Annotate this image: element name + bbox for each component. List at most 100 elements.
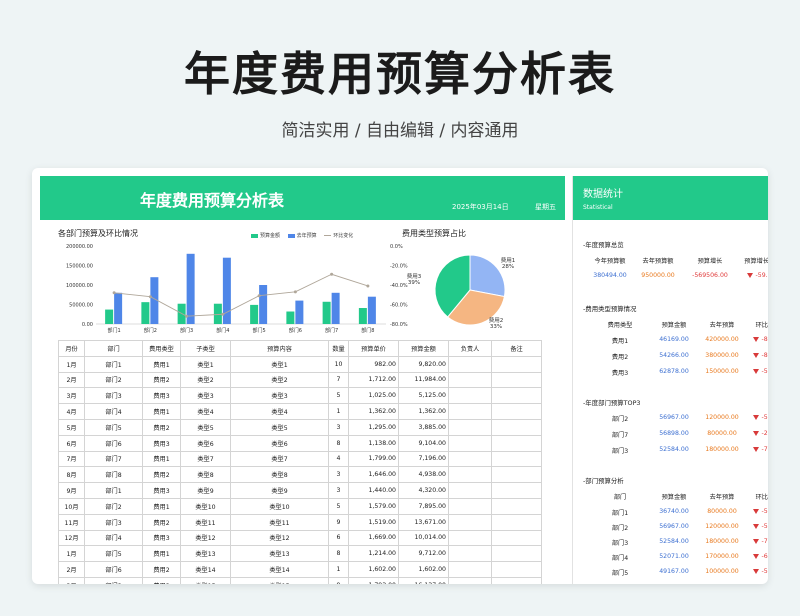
table-cell[interactable]: 1,793.00 bbox=[348, 576, 399, 584]
table-cell[interactable]: 1,214.00 bbox=[348, 545, 399, 563]
table-cell[interactable] bbox=[491, 450, 542, 468]
table-cell[interactable]: 1,362.00 bbox=[398, 403, 449, 420]
table-cell[interactable] bbox=[448, 529, 492, 547]
table-cell[interactable] bbox=[448, 371, 492, 389]
table-cell[interactable]: 6 bbox=[328, 529, 349, 547]
table-cell[interactable]: 1,646.00 bbox=[348, 466, 399, 484]
table-cell[interactable] bbox=[448, 434, 492, 452]
table-cell[interactable]: 1 bbox=[328, 561, 349, 578]
table-cell[interactable] bbox=[448, 545, 492, 563]
table-cell[interactable]: 部门4 bbox=[84, 403, 143, 420]
table-cell[interactable]: 费用3 bbox=[142, 529, 181, 547]
table-cell[interactable] bbox=[491, 576, 542, 584]
table-cell[interactable]: 5,125.00 bbox=[398, 387, 449, 405]
table-cell[interactable]: 1,602.00 bbox=[398, 561, 449, 578]
table-cell[interactable]: 16,137.00 bbox=[398, 576, 449, 584]
table-cell[interactable]: 2月 bbox=[58, 561, 85, 578]
table-cell[interactable]: 8 bbox=[328, 434, 349, 452]
table-cell[interactable]: 9 bbox=[328, 513, 349, 531]
table-cell[interactable]: 7月 bbox=[58, 450, 85, 468]
table-cell[interactable]: 类型7 bbox=[180, 450, 231, 468]
table-cell[interactable]: 费用2 bbox=[142, 418, 181, 436]
table-cell[interactable]: 13,671.00 bbox=[398, 513, 449, 531]
table-cell[interactable]: 部门2 bbox=[84, 497, 143, 515]
table-cell[interactable]: 4,938.00 bbox=[398, 466, 449, 484]
table-cell[interactable]: 1,362.00 bbox=[348, 403, 399, 420]
table-cell[interactable]: 类型5 bbox=[180, 418, 231, 436]
table-cell[interactable]: 9 bbox=[328, 576, 349, 584]
table-cell[interactable]: 982.00 bbox=[348, 355, 399, 373]
table-cell[interactable]: 类型9 bbox=[230, 482, 329, 499]
table-cell[interactable]: 1,669.00 bbox=[348, 529, 399, 547]
table-cell[interactable]: 类型1 bbox=[230, 355, 329, 373]
table-cell[interactable] bbox=[491, 403, 542, 420]
table-cell[interactable]: 5 bbox=[328, 497, 349, 515]
table-cell[interactable]: 部门1 bbox=[84, 355, 143, 373]
table-cell[interactable]: 部门5 bbox=[84, 418, 143, 436]
table-cell[interactable]: 8 bbox=[328, 545, 349, 563]
table-cell[interactable]: 类型9 bbox=[180, 482, 231, 499]
table-cell[interactable]: 6月 bbox=[58, 434, 85, 452]
table-cell[interactable]: 1,025.00 bbox=[348, 387, 399, 405]
table-cell[interactable]: 费用3 bbox=[142, 576, 181, 584]
table-cell[interactable]: 类型10 bbox=[230, 497, 329, 515]
table-cell[interactable]: 部门1 bbox=[84, 482, 143, 499]
table-cell[interactable]: 1,295.00 bbox=[348, 418, 399, 436]
table-cell[interactable]: 3月 bbox=[58, 387, 85, 405]
table-cell[interactable]: 部门8 bbox=[84, 466, 143, 484]
table-cell[interactable]: 1,519.00 bbox=[348, 513, 399, 531]
table-cell[interactable]: 部门3 bbox=[84, 513, 143, 531]
table-cell[interactable]: 部门7 bbox=[84, 450, 143, 468]
table-cell[interactable]: 费用2 bbox=[142, 561, 181, 578]
table-cell[interactable]: 类型8 bbox=[230, 466, 329, 484]
table-cell[interactable]: 类型14 bbox=[180, 561, 231, 578]
table-cell[interactable] bbox=[448, 418, 492, 436]
table-cell[interactable]: 11,984.00 bbox=[398, 371, 449, 389]
table-cell[interactable]: 类型8 bbox=[180, 466, 231, 484]
table-cell[interactable]: 费用3 bbox=[142, 434, 181, 452]
table-cell[interactable]: 2月 bbox=[58, 371, 85, 389]
table-cell[interactable]: 3 bbox=[328, 418, 349, 436]
table-cell[interactable]: 9,104.00 bbox=[398, 434, 449, 452]
table-cell[interactable]: 部门2 bbox=[84, 371, 143, 389]
table-cell[interactable] bbox=[491, 529, 542, 547]
table-cell[interactable]: 1,602.00 bbox=[348, 561, 399, 578]
table-cell[interactable]: 1月 bbox=[58, 355, 85, 373]
table-cell[interactable]: 部门3 bbox=[84, 576, 143, 584]
table-cell[interactable]: 类型1 bbox=[180, 355, 231, 373]
table-cell[interactable]: 部门5 bbox=[84, 545, 143, 563]
table-cell[interactable] bbox=[448, 450, 492, 468]
table-cell[interactable]: 1,440.00 bbox=[348, 482, 399, 499]
table-cell[interactable]: 4 bbox=[328, 450, 349, 468]
table-cell[interactable]: 10 bbox=[328, 355, 349, 373]
table-cell[interactable]: 费用1 bbox=[142, 450, 181, 468]
table-cell[interactable]: 10月 bbox=[58, 497, 85, 515]
table-cell[interactable] bbox=[448, 576, 492, 584]
table-cell[interactable]: 类型2 bbox=[180, 371, 231, 389]
table-cell[interactable]: 类型6 bbox=[230, 434, 329, 452]
table-cell[interactable]: 类型15 bbox=[180, 576, 231, 584]
table-cell[interactable]: 类型14 bbox=[230, 561, 329, 578]
table-cell[interactable]: 5 bbox=[328, 387, 349, 405]
table-cell[interactable]: 8月 bbox=[58, 466, 85, 484]
table-cell[interactable] bbox=[491, 513, 542, 531]
table-cell[interactable]: 9月 bbox=[58, 482, 85, 499]
table-cell[interactable]: 类型15 bbox=[230, 576, 329, 584]
table-cell[interactable]: 1,579.00 bbox=[348, 497, 399, 515]
table-cell[interactable]: 费用2 bbox=[142, 513, 181, 531]
table-cell[interactable]: 类型4 bbox=[180, 403, 231, 420]
table-cell[interactable]: 类型12 bbox=[230, 529, 329, 547]
table-cell[interactable]: 类型11 bbox=[180, 513, 231, 531]
table-cell[interactable]: 10,014.00 bbox=[398, 529, 449, 547]
table-cell[interactable] bbox=[491, 434, 542, 452]
table-cell[interactable]: 类型6 bbox=[180, 434, 231, 452]
table-cell[interactable]: 类型13 bbox=[230, 545, 329, 563]
table-cell[interactable] bbox=[448, 513, 492, 531]
table-cell[interactable]: 9,820.00 bbox=[398, 355, 449, 373]
table-cell[interactable]: 部门6 bbox=[84, 561, 143, 578]
table-cell[interactable] bbox=[491, 482, 542, 499]
table-cell[interactable]: 类型3 bbox=[180, 387, 231, 405]
table-cell[interactable] bbox=[448, 497, 492, 515]
table-cell[interactable]: 1,138.00 bbox=[348, 434, 399, 452]
table-cell[interactable]: 类型13 bbox=[180, 545, 231, 563]
